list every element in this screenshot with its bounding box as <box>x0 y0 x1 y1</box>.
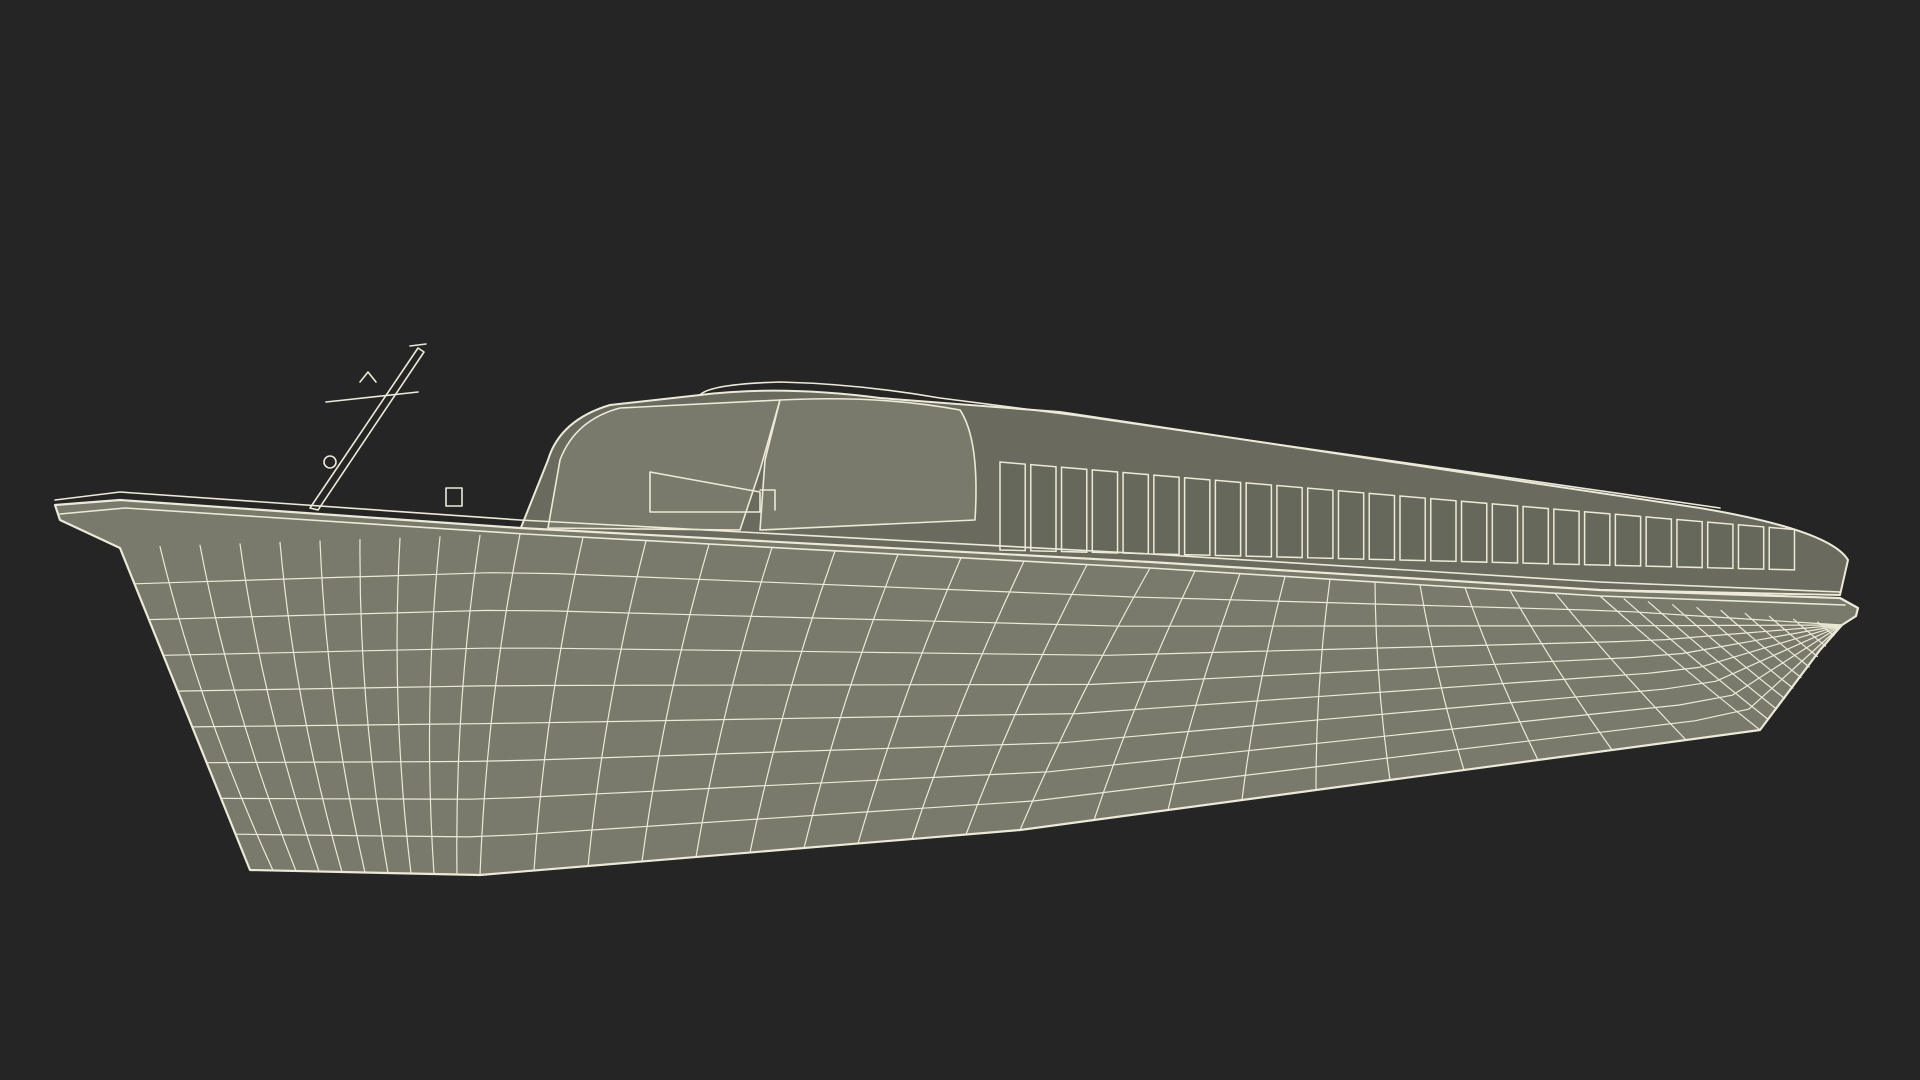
cabin-window <box>1399 495 1426 562</box>
cabin-window <box>1460 500 1488 563</box>
cabin-window <box>1060 466 1088 553</box>
cabin-window <box>1030 463 1057 553</box>
cabin-window <box>1706 521 1734 570</box>
cabin-window <box>1430 497 1457 563</box>
cabin-window <box>1737 523 1765 570</box>
boat-mast <box>309 343 427 511</box>
cabin-window <box>1306 487 1334 560</box>
cabin-window <box>999 461 1026 552</box>
cabin-window <box>1553 508 1580 566</box>
cabin-window <box>1245 482 1273 558</box>
boat-wireframe-render <box>53 343 1860 877</box>
cabin-window <box>1337 489 1365 560</box>
cabin-window <box>1768 526 1796 571</box>
cabin-window <box>1122 471 1150 555</box>
cabin-window <box>1214 479 1242 557</box>
cabin-window <box>1645 516 1673 568</box>
cabin-window <box>1491 503 1519 564</box>
cabin-window <box>1091 469 1119 554</box>
cabin-window <box>1276 484 1303 559</box>
render-viewport <box>0 0 1920 1080</box>
boat-cabin-dome-right <box>759 397 977 531</box>
cabin-window <box>1153 474 1180 556</box>
cabin-window <box>1676 518 1703 569</box>
cabin-window <box>1583 510 1611 567</box>
cabin-window <box>1183 476 1211 557</box>
cabin-window <box>1614 513 1642 567</box>
cabin-window <box>1368 492 1396 561</box>
cabin-window <box>1522 505 1550 565</box>
boat-model <box>53 343 1860 877</box>
